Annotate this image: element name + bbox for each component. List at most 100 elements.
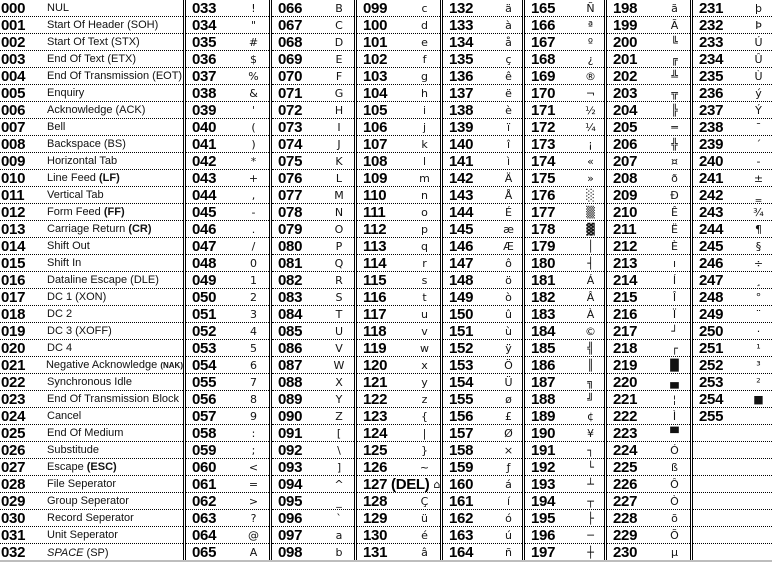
control-name-text: Start Of Text (STX) bbox=[47, 36, 140, 48]
ascii-character: ı bbox=[672, 256, 677, 270]
ascii-character: ´ bbox=[755, 137, 762, 151]
ascii-code: 194 bbox=[531, 493, 556, 510]
ascii-code: 050 bbox=[192, 289, 217, 306]
table-row bbox=[693, 459, 772, 476]
control-name: Line Feed (LF) bbox=[45, 172, 120, 184]
ascii-character: N bbox=[334, 205, 344, 219]
table-row: 089 Y bbox=[272, 391, 354, 408]
ascii-character: ┤ bbox=[587, 256, 594, 270]
ascii-character: ) bbox=[251, 137, 256, 151]
control-name: Shift Out bbox=[45, 240, 90, 252]
ascii-character: p bbox=[421, 222, 428, 236]
table-row: 109 m bbox=[357, 170, 440, 187]
ascii-code: 185 bbox=[531, 340, 556, 357]
ascii-code: 198 bbox=[613, 0, 638, 17]
ascii-character: Ú bbox=[754, 35, 763, 49]
table-row: 087 W bbox=[272, 357, 354, 374]
table-row: 015 Shift In bbox=[0, 255, 183, 272]
ascii-code: 033 bbox=[192, 0, 217, 17]
ascii-code: 240 bbox=[699, 153, 724, 170]
table-row: 073 I bbox=[272, 119, 354, 136]
ascii-character: @ bbox=[248, 528, 259, 542]
ascii-character: ┴ bbox=[587, 477, 594, 491]
ascii-character: > bbox=[248, 494, 259, 508]
control-name-text: DC 2 bbox=[47, 308, 73, 320]
ascii-code: 002 bbox=[1, 34, 26, 51]
ascii-code: 184 bbox=[531, 323, 556, 340]
table-row: 187 ╗ bbox=[525, 374, 604, 391]
ascii-column-3: 099 c 100 d 101 e 102 f 103 g 104 h 105 i 106 j 107 k 108 l… bbox=[357, 0, 443, 561]
ascii-code: 101 bbox=[363, 34, 388, 51]
table-row: 127 (DEL) ⌂ bbox=[357, 476, 440, 493]
control-name: Horizontal Tab bbox=[45, 155, 117, 167]
table-row: 105 i bbox=[357, 102, 440, 119]
ascii-character: ñ bbox=[505, 546, 512, 559]
table-row: 150 û bbox=[443, 306, 522, 323]
table-row: 110 n bbox=[357, 187, 440, 204]
ascii-code: 141 bbox=[449, 153, 474, 170]
table-row: 047 / bbox=[186, 238, 269, 255]
ascii-column-4: 132 ä 133 à 134 å 135 ç 136 ê 137 ë 138 è 139 ï 140 î 141 ì… bbox=[443, 0, 525, 561]
table-row: 042 * bbox=[186, 153, 269, 170]
table-row: 090 Z bbox=[272, 408, 354, 425]
ascii-code: 021 bbox=[1, 357, 26, 374]
ascii-character: û bbox=[505, 307, 512, 321]
ascii-code: 214 bbox=[613, 272, 638, 289]
ascii-code: 108 bbox=[363, 153, 388, 170]
control-name: DC 2 bbox=[45, 308, 72, 320]
ascii-code: 202 bbox=[613, 68, 638, 85]
control-abbrev: (ESC) bbox=[86, 461, 117, 473]
table-row: 067 C bbox=[272, 17, 354, 34]
ascii-code: 212 bbox=[613, 238, 638, 255]
table-row: 080 P bbox=[272, 238, 354, 255]
table-row: 106 j bbox=[357, 119, 440, 136]
table-row: 177 ▒ bbox=[525, 204, 604, 221]
ascii-code: 067 bbox=[278, 17, 303, 34]
control-name: Substitude bbox=[45, 444, 99, 456]
ascii-character: Ð bbox=[670, 188, 679, 202]
ascii-character: ┐ bbox=[587, 443, 594, 457]
table-row: 064 @ bbox=[186, 527, 269, 544]
table-row: 044, bbox=[186, 187, 269, 204]
table-row: 221 ¦ bbox=[607, 391, 690, 408]
ascii-code: 196 bbox=[531, 527, 556, 544]
ascii-character: ö bbox=[505, 273, 512, 287]
ascii-code: 142 bbox=[449, 170, 474, 187]
table-row: 107 k bbox=[357, 136, 440, 153]
control-name: Cancel bbox=[45, 410, 81, 422]
ascii-code: 010 bbox=[1, 170, 26, 187]
control-name: Acknowledge (ACK) bbox=[45, 104, 145, 116]
table-row: 057 9 bbox=[186, 408, 269, 425]
table-row: 180 ┤ bbox=[525, 255, 604, 272]
ascii-character: Ø bbox=[504, 426, 513, 440]
ascii-character: ¦ bbox=[672, 392, 677, 406]
table-row: 192 └ bbox=[525, 459, 604, 476]
ascii-code: 118 bbox=[363, 323, 387, 340]
ascii-code: 018 bbox=[1, 306, 26, 323]
table-row: 096 ` bbox=[272, 510, 354, 527]
ascii-character: 6 bbox=[250, 358, 257, 372]
ascii-code: 193 bbox=[531, 476, 556, 493]
table-row: 241 ± bbox=[693, 170, 772, 187]
ascii-code: 190 bbox=[531, 425, 556, 442]
ascii-character: ~ bbox=[419, 460, 430, 474]
ascii-character: ( bbox=[251, 120, 256, 134]
control-name-text: End Of Transmission (EOT) bbox=[47, 70, 183, 82]
table-row: 065 A bbox=[186, 544, 269, 561]
table-row: 231 þ bbox=[693, 0, 772, 17]
ascii-code: 140 bbox=[449, 136, 474, 153]
ascii-code: 228 bbox=[613, 510, 638, 527]
table-row: 046. bbox=[186, 221, 269, 238]
control-name-text: Record Seperator bbox=[47, 512, 134, 524]
ascii-character: U bbox=[334, 324, 344, 338]
table-row: 145 æ bbox=[443, 221, 522, 238]
ascii-character: ì bbox=[506, 154, 511, 168]
table-row: 055 7 bbox=[186, 374, 269, 391]
ascii-code: 030 bbox=[1, 510, 26, 527]
table-row: 006 Acknowledge (ACK) bbox=[0, 102, 183, 119]
table-row: 013 Carriage Return (CR) bbox=[0, 221, 183, 238]
table-row: 247 ¸ bbox=[693, 272, 772, 289]
ascii-code: 078 bbox=[278, 204, 303, 221]
ascii-character: w bbox=[420, 341, 429, 355]
table-row: 239 ´ bbox=[693, 136, 772, 153]
